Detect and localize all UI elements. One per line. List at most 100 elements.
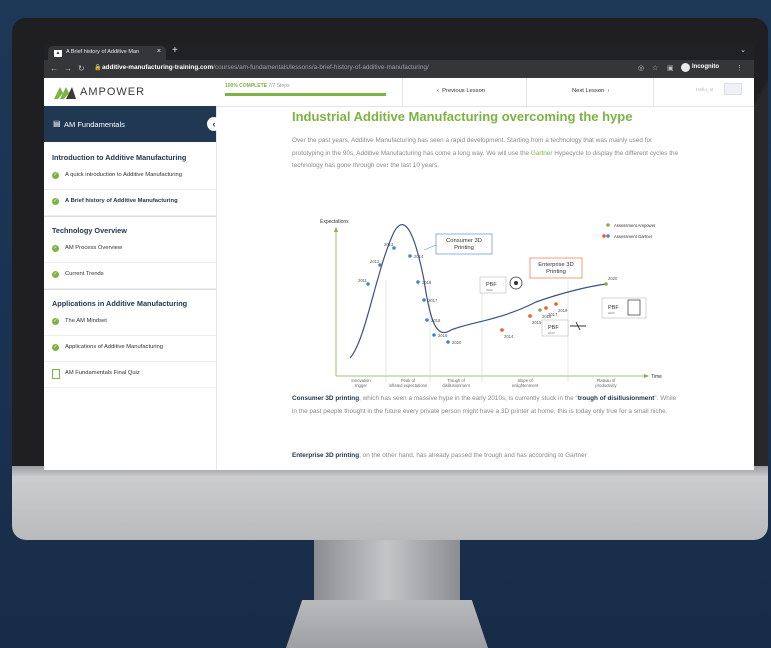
star-icon[interactable]: ☆ (652, 64, 658, 72)
pbf-badge-gear: PBF 2020 (479, 276, 523, 294)
header-divider (526, 78, 527, 106)
course-header[interactable]: ▤ AM Fundamentals (44, 106, 216, 142)
year-label: 2013 (384, 242, 394, 247)
year-label: 2011 (358, 278, 368, 283)
progress-label: 100% COMPLETE 7/7 Steps (225, 83, 290, 89)
header-divider (402, 78, 403, 106)
check-icon: ✓ (52, 198, 59, 205)
enterprise-point (538, 308, 542, 312)
year-label: 2015 (532, 320, 542, 325)
course-title: AM Fundamentals (64, 120, 125, 129)
next-lesson-button[interactable]: Next Lesson › (572, 88, 609, 94)
lesson-label: AM Process Overview (65, 245, 123, 251)
lesson-label: A quick introduction to Additive Manufac… (65, 172, 182, 178)
x-axis-label: Time (651, 374, 662, 380)
check-icon: ✓ (52, 172, 59, 179)
menu-icon[interactable]: ⋮ (736, 64, 743, 72)
consumer-point (422, 298, 426, 302)
browser-tab-bar: ▲ A Brief history of Additive Man × + ⌄ (44, 44, 754, 60)
section-divider (44, 289, 216, 290)
tab-search-chevron-icon[interactable]: ⌄ (740, 46, 746, 54)
enterprise-label-box (529, 257, 583, 279)
phase-label: Plateau of productivity (595, 378, 617, 388)
year-label: 2019 (558, 308, 568, 313)
sidepanel-icon[interactable]: ▣ (667, 64, 674, 72)
lesson-item[interactable]: ✓ Current Trends (44, 263, 216, 289)
lesson-item-active[interactable]: ✓ A Brief history of Additive Manufacturi… (44, 190, 216, 216)
year-label: 2020 (452, 340, 462, 345)
year-label: 2017 (428, 298, 438, 303)
legend-gartner: Assessment Gartner (614, 234, 653, 239)
book-icon: ▤ (53, 119, 61, 128)
lesson-label: A Brief history of Additive Manufacturin… (65, 198, 178, 204)
enterprise-point (500, 328, 504, 332)
consumer-point (408, 254, 412, 258)
previous-lesson-button[interactable]: ‹ Previous Lesson (437, 88, 485, 94)
airplane-icon (570, 321, 586, 331)
enterprise-point (544, 306, 548, 310)
phase-label: Slope of enlightenment (512, 378, 539, 388)
avatar[interactable] (724, 83, 742, 95)
phase-labels: Innovation trigger Peak of inflated expecta… (351, 378, 617, 388)
check-icon: ✓ (52, 318, 59, 325)
section-title[interactable]: Technology Overview (52, 226, 127, 235)
consumer-point (432, 333, 436, 337)
lesson-item[interactable]: ✓ A quick introduction to Additive Manufa… (44, 164, 216, 190)
year-label: 2014 (504, 334, 514, 339)
back-icon[interactable]: ← (50, 64, 58, 73)
consumer-paragraph: Consumer 3D printing, which has seen a m… (292, 395, 677, 415)
y-axis-label: Expectations (320, 219, 349, 225)
site-header: AMPOWER 100% COMPLETE 7/7 Steps ‹ Previo… (44, 78, 754, 107)
favicon-icon: ▲ (54, 50, 62, 57)
intro-paragraph: Over the past years, Additive Manufactur… (292, 137, 679, 169)
section-divider (44, 216, 216, 217)
enterprise-point (554, 302, 558, 306)
year-label: 2012 (370, 259, 380, 264)
year-label: 2014 (414, 254, 424, 259)
lesson-item[interactable]: AM Fundamentals Final Quiz (44, 362, 216, 388)
section-title[interactable]: Introduction to Additive Manufacturing (52, 153, 186, 162)
phase-label: Peak of inflated expectations (389, 378, 427, 388)
url-domain: additive-manufacturing-training.com (102, 64, 214, 71)
pbf-badge-plane: PBF 2020 (541, 319, 586, 337)
progress-bar (225, 93, 386, 96)
svg-text:2020: 2020 (608, 311, 615, 315)
address-bar: ← → ↻ 🔒 additive-manufacturing-training.… (44, 60, 754, 78)
forward-icon[interactable]: → (64, 64, 72, 73)
hype-cycle-chart: Expectations Time Innovation trigger Peak … (320, 219, 662, 388)
phase-label: Innovation trigger (351, 378, 371, 388)
screen: ▲ A Brief history of Additive Man × + ⌄ … (44, 44, 754, 470)
progress-steps: 7/7 Steps (268, 83, 290, 89)
lesson-item[interactable]: ✓ AM Process Overview (44, 237, 216, 263)
svg-text:2020: 2020 (548, 331, 555, 335)
gartner-link[interactable]: Gartner (531, 150, 553, 157)
quiz-icon (52, 369, 60, 379)
consumer-label-box (435, 233, 493, 255)
section-title[interactable]: Applications in Additive Manufacturing (52, 299, 187, 308)
reload-icon[interactable]: ↻ (78, 64, 85, 73)
phase-label: Trough of disillusionment (442, 378, 470, 388)
lesson-item[interactable]: ✓ Applications of Additive Manufacturing (44, 336, 216, 362)
incognito-label[interactable]: Incognito (692, 64, 719, 70)
url-field[interactable]: additive-manufacturing-training.com/cour… (102, 64, 429, 71)
greeting-text: Hello, st (696, 88, 714, 93)
lesson-title: Industrial Additive Manufacturing overco… (292, 109, 633, 124)
consumer-point (425, 318, 429, 322)
close-tab-icon[interactable]: × (157, 48, 161, 55)
monitor-chin (12, 466, 768, 540)
lesson-label: Current Trends (65, 271, 104, 277)
lesson-label: AM Fundamentals Final Quiz (65, 370, 140, 376)
chart-legend: Assessment Ampower Assessment Gartner (602, 223, 656, 239)
check-icon: ✓ (52, 344, 59, 351)
lesson-label: Applications of Additive Manufacturing (65, 344, 163, 350)
consumer-point (446, 340, 450, 344)
svg-text:2020: 2020 (486, 288, 493, 292)
logo-text[interactable]: AMPOWER (80, 86, 145, 98)
enterprise-paragraph: Enterprise 3D printing, on the other han… (292, 452, 587, 459)
browser-tab[interactable]: ▲ A Brief history of Additive Man × (48, 46, 166, 60)
new-tab-icon[interactable]: + (172, 45, 178, 56)
ampower-logo-icon[interactable] (54, 85, 76, 99)
incognito-icon (681, 63, 690, 72)
eye-off-icon[interactable]: ◎ (638, 64, 644, 72)
lesson-item[interactable]: ✓ The AM Mindset (44, 310, 216, 336)
